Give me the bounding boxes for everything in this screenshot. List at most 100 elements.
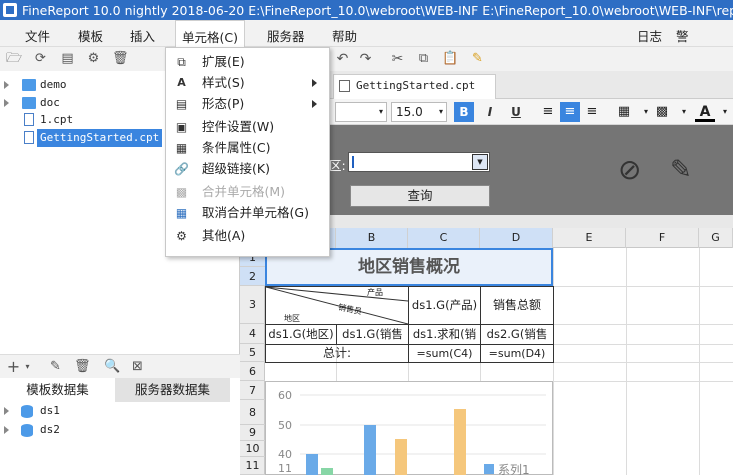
format-painter-icon[interactable]: ✎ [470,52,485,66]
query-button[interactable]: 查询 [350,185,490,207]
cell-c4[interactable]: ds1.求和(销 [408,324,481,345]
row-header-5[interactable]: 5 [240,344,265,362]
column-header-f[interactable]: F [626,228,699,248]
cell-c3[interactable]: ds1.G(产品) [408,286,481,325]
chevron-down-icon[interactable]: ▾ [715,102,733,122]
font-size-select[interactable]: 15.0 ▾ [391,102,447,122]
slash-header-cell[interactable]: 产品 销售员 地区 [265,286,409,325]
menu-insert[interactable]: 插入 [130,26,155,45]
row-header-3[interactable]: 3 [240,286,265,324]
menu-server[interactable]: 服务器 [267,26,305,45]
gear-icon: ⚙ [176,229,187,243]
edit-icon[interactable]: ✎ [48,360,63,374]
expand-arrow-icon[interactable] [4,426,9,434]
delete-icon[interactable]: 🗑 [112,52,129,66]
menu-file[interactable]: 文件 [25,26,50,45]
menu-item-merge: ▩ 合并单元格(M) [166,181,329,203]
cell-a4[interactable]: ds1.G(地区) [265,324,337,345]
menu-item-unmerge[interactable]: ▦ 取消合并单元格(G) [166,202,329,224]
border-icon[interactable]: ▦ [614,102,634,122]
row-header-9[interactable]: 9 [240,425,265,441]
menu-item-expand[interactable]: ⧉ 扩展(E) [166,51,329,73]
align-left-icon[interactable]: ≡ [538,102,558,122]
settings-icon[interactable]: ⚙ [86,52,101,66]
folder-icon [22,79,36,91]
edit-pencil-icon[interactable]: ✎ [670,153,704,187]
underline-button[interactable]: U [506,102,526,122]
tab-server-datasets[interactable]: 服务器数据集 [115,378,230,402]
row-header-8[interactable]: 8 [240,400,265,425]
expand-arrow-icon[interactable] [4,407,9,415]
font-size-value: 15.0 [396,105,423,119]
tab-label: GettingStarted.cpt [356,79,476,92]
delete-icon[interactable]: 🗑 [74,360,91,374]
report-grid[interactable]: 地区销售概况 产品 销售员 地区 ds1.G(产品) 销售总额 ds1.G(地区… [265,248,733,475]
open-folder-icon[interactable]: 🗁 [6,52,22,66]
chart-container[interactable]: 60 50 40 11 系列1 [265,381,553,475]
redo-icon[interactable]: ↷ [358,52,373,66]
chevron-down-icon[interactable]: ▾ [20,360,35,374]
expand-arrow-icon[interactable] [4,99,9,107]
cell-b4[interactable]: ds1.G(销售 [336,324,409,345]
hide-eye-icon[interactable]: ⊘ [618,153,652,187]
dataset-item-ds1[interactable]: ds1 [0,402,240,420]
tree-item-label: doc [40,96,60,109]
cell-d4[interactable]: ds2.G(销售 [480,324,554,345]
menu-cell[interactable]: 单元格(C) [175,20,245,47]
column-header-g[interactable]: G [699,228,733,248]
font-color-button[interactable]: A [695,102,715,122]
row-header-2[interactable]: 2 [240,267,265,286]
export-icon[interactable]: ⊠ [130,360,145,374]
add-icon[interactable]: + [6,359,21,375]
row-header-7[interactable]: 7 [240,381,265,400]
cell-c5[interactable]: =sum(C4) [408,344,481,363]
bold-button[interactable]: B [454,102,474,122]
align-center-icon[interactable]: ≡ [560,102,580,122]
menu-template[interactable]: 模板 [78,26,103,45]
menu-item-condition[interactable]: ▦ 条件属性(C) [166,137,329,159]
preview-icon[interactable]: 🔍 [104,360,120,374]
chevron-down-icon[interactable]: ▾ [674,102,694,122]
menu-item-label: 取消合并单元格(G) [202,205,309,220]
expand-arrow-icon[interactable] [4,81,9,89]
tab-gettingstarted[interactable]: GettingStarted.cpt [333,74,496,99]
menu-item-widget[interactable]: ▣ 控件设置(W) [166,116,329,138]
row-header-4[interactable]: 4 [240,324,265,344]
cell-a5[interactable]: 总计: [265,344,409,363]
undo-icon[interactable]: ↶ [335,52,350,66]
dataset-list: ds1 ds2 [0,402,240,475]
cell-d3[interactable]: 销售总额 [480,286,554,325]
y-tick-label: 50 [278,419,292,432]
row-header-6[interactable]: 6 [240,362,265,381]
template-file-icon [339,80,350,92]
header-region-label: 地区 [284,314,300,323]
region-param-input[interactable]: ▼ [348,152,490,172]
menu-item-hyperlink[interactable]: 🔗 超级链接(K) [166,158,329,180]
row-header-10[interactable]: 10 [240,441,265,457]
cut-icon[interactable]: ✂ [390,52,405,66]
column-header-c[interactable]: C [408,228,480,248]
menu-item-form[interactable]: ▤ 形态(P) [166,93,329,115]
column-header-d[interactable]: D [480,228,553,248]
column-header-e[interactable]: E [553,228,626,248]
paste-icon[interactable]: 📋 [442,52,458,66]
italic-button[interactable]: I [480,102,500,122]
copy-icon[interactable]: ⧉ [416,52,431,66]
fill-color-icon[interactable]: ▩ [652,102,672,122]
menu-item-style[interactable]: A 样式(S) [166,72,329,94]
y-tick-label: 40 [278,448,292,461]
cell-d5[interactable]: =sum(D4) [480,344,554,363]
dropdown-arrow-icon[interactable]: ▼ [472,154,488,170]
column-header-b[interactable]: B [336,228,408,248]
template-icon[interactable]: ▤ [60,52,75,66]
row-header-11[interactable]: 11 [240,457,265,475]
menu-help[interactable]: 帮助 [332,26,357,45]
tab-template-datasets[interactable]: 模板数据集 [0,378,115,402]
font-name-select[interactable]: ▾ [335,102,387,122]
align-right-icon[interactable]: ≡ [582,102,602,122]
y-tick-label: 60 [278,389,292,402]
refresh-icon[interactable]: ⟳ [33,52,48,66]
dataset-item-ds2[interactable]: ds2 [0,421,240,439]
menu-log[interactable]: 日志 [637,26,662,45]
menu-item-other[interactable]: ⚙ 其他(A) [166,225,329,247]
